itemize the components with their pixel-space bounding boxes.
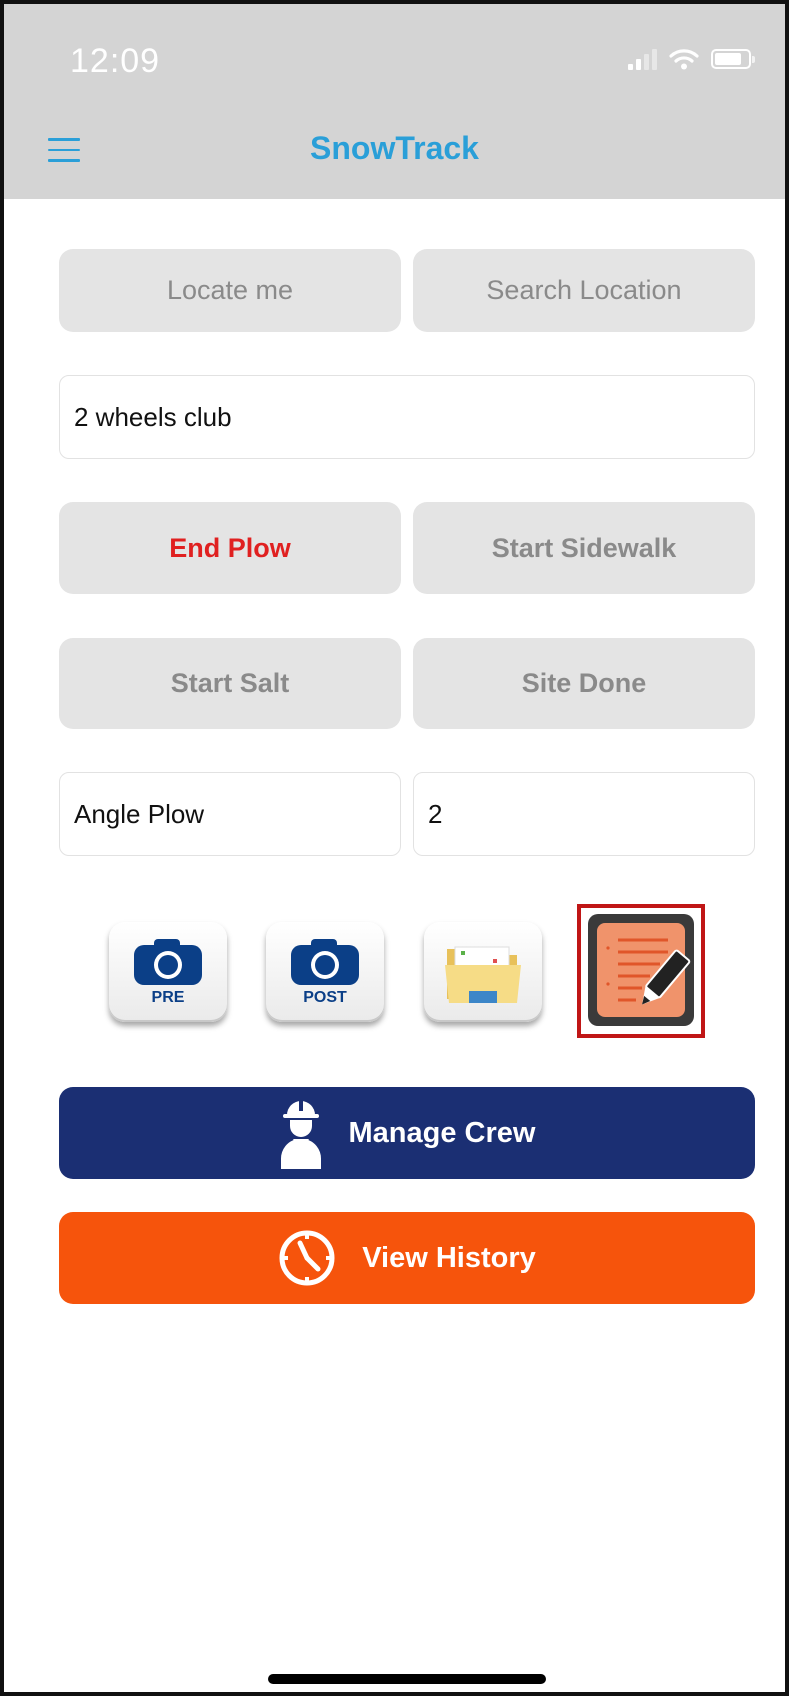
status-time: 12:09: [70, 42, 161, 80]
start-salt-button[interactable]: Start Salt: [59, 638, 401, 729]
status-icons: [628, 48, 755, 70]
clock-icon: [279, 1230, 335, 1286]
camera-icon: [134, 939, 202, 985]
edit-notes-icon: [606, 938, 691, 1005]
end-plow-button[interactable]: End Plow: [59, 502, 401, 594]
battery-icon: [711, 49, 755, 69]
equipment-type-field[interactable]: Angle Plow: [59, 772, 401, 856]
wifi-icon: [669, 49, 699, 70]
top-bar: 12:09 SnowTrack: [4, 4, 785, 199]
app-title: SnowTrack: [310, 130, 479, 166]
camera-icon: [291, 939, 359, 985]
site-done-button[interactable]: Site Done: [413, 638, 755, 729]
home-indicator[interactable]: [268, 1674, 546, 1684]
notes-button[interactable]: [588, 914, 694, 1026]
pre-photo-button[interactable]: PRE: [109, 922, 227, 1022]
view-history-button[interactable]: View History: [59, 1212, 755, 1304]
start-sidewalk-button[interactable]: Start Sidewalk: [413, 502, 755, 594]
worker-hardhat-icon: [280, 1101, 321, 1169]
phone-screen: 12:09 SnowTrack Locate me Search Locatio…: [0, 0, 789, 1696]
post-label: POST: [303, 989, 347, 1006]
equipment-quantity-field[interactable]: 2: [413, 772, 755, 856]
signal-icon: [628, 48, 657, 70]
view-history-label: View History: [362, 1241, 536, 1274]
folder-button[interactable]: [424, 922, 542, 1022]
pre-label: PRE: [151, 989, 185, 1006]
post-photo-button[interactable]: POST: [266, 922, 384, 1022]
search-location-button[interactable]: Search Location: [413, 249, 755, 332]
manage-crew-label: Manage Crew: [348, 1116, 536, 1149]
folder-icon: [445, 946, 521, 1003]
locate-me-button[interactable]: Locate me: [59, 249, 401, 332]
site-name-field[interactable]: 2 wheels club: [59, 375, 755, 459]
manage-crew-button[interactable]: Manage Crew: [59, 1087, 755, 1179]
